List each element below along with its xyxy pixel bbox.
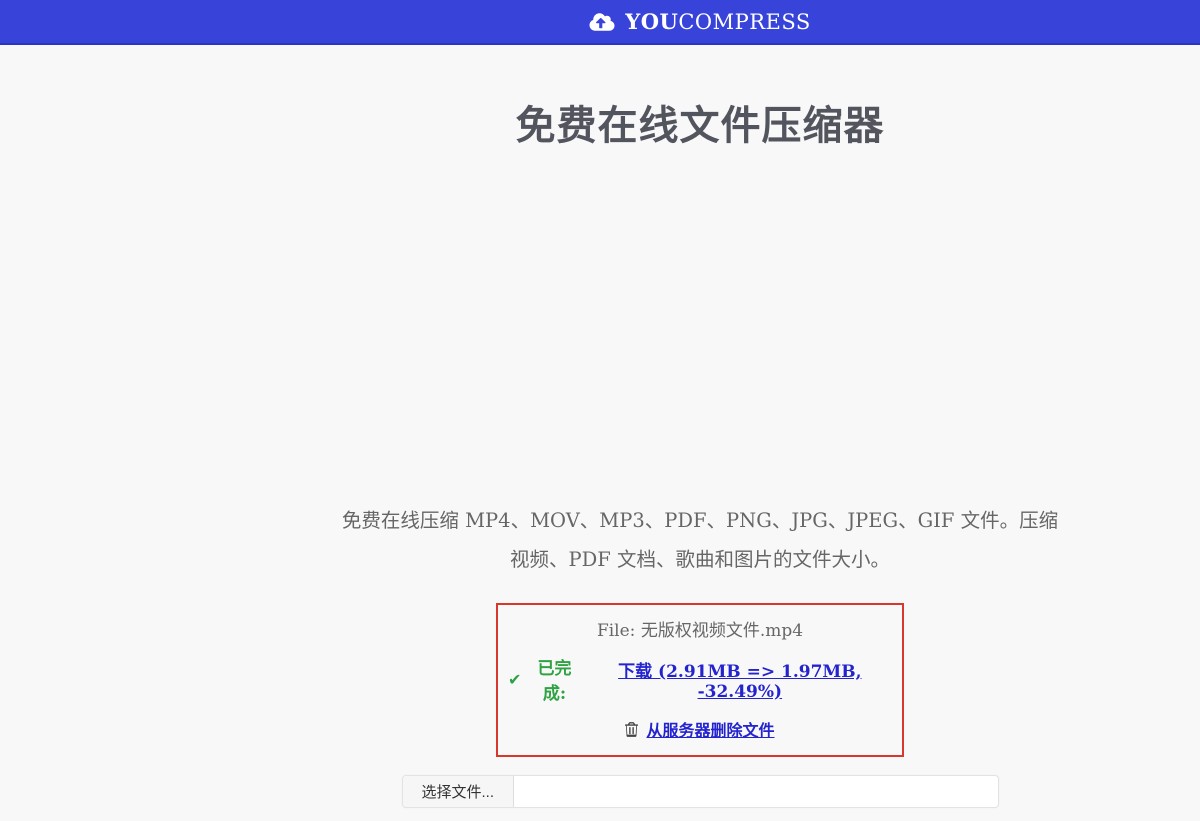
trash-icon (625, 721, 639, 737)
main-content: 免费在线文件压缩器 免费在线压缩 MP4、MOV、MP3、PDF、PNG、JPG… (200, 93, 1200, 821)
status-line: ✔ 已完成: 下载 (2.91MB => 1.97MB, -32.49%) (508, 654, 892, 704)
status-done-label: 已完成: (537, 659, 572, 704)
intro-description: 免费在线压缩 MP4、MOV、MP3、PDF、PNG、JPG、JPEG、GIF … (341, 509, 1059, 571)
brand-logo[interactable]: YOUCOMPRESS (625, 9, 811, 34)
download-link[interactable]: 下载 (2.91MB => 1.97MB, -32.49%) (588, 657, 892, 702)
page-title: 免费在线文件压缩器 (515, 104, 885, 148)
choose-file-button[interactable]: 选择文件... (402, 776, 515, 807)
file-input-value (514, 776, 997, 807)
file-input[interactable]: 选择文件... (401, 775, 999, 808)
brand-logo-compress: COMPRESS (678, 10, 811, 34)
navbar-inner: YOUCOMPRESS (200, 0, 1200, 43)
brand-logo-you: YOU (625, 9, 679, 34)
file-name-label: File: 无版权视频文件.mp4 (596, 621, 804, 641)
check-icon: ✔ (508, 669, 522, 689)
cloud-upload-icon (589, 12, 615, 31)
delete-line: 从服务器删除文件 (508, 717, 892, 741)
compression-result-box: File: 无版权视频文件.mp4 ✔ 已完成: 下载 (2.91MB => 1… (496, 603, 904, 757)
top-navbar: YOUCOMPRESS (0, 0, 1200, 45)
delete-from-server-link[interactable]: 从服务器删除文件 (646, 717, 774, 741)
